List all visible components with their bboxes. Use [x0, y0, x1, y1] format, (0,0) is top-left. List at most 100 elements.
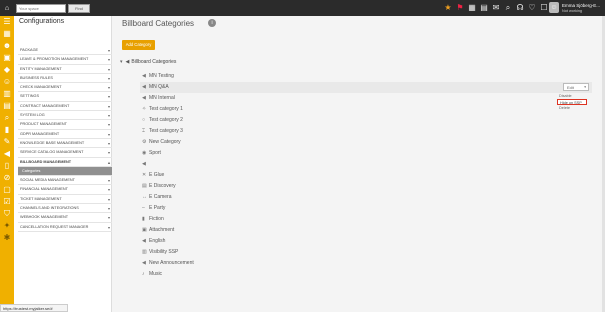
- flag-icon[interactable]: ⚑: [455, 2, 465, 14]
- menu-item-categories[interactable]: Categories: [18, 166, 112, 177]
- dashboard-icon[interactable]: ▦: [0, 28, 14, 40]
- chart-icon[interactable]: ▮: [0, 124, 14, 136]
- menu-item-product[interactable]: PRODUCT MANAGEMENT ▾: [18, 120, 112, 130]
- chevron-down-icon: ▾: [107, 94, 110, 100]
- tree-item[interactable]: ✕ E Glue: [142, 170, 592, 181]
- menu-item-billboard[interactable]: BILLBOARD MANAGEMENT ▴: [18, 158, 112, 167]
- menu-item-cancellation[interactable]: CANCELLATION REQUEST MANAGER ▾: [18, 223, 112, 232]
- add-category-button[interactable]: Add Category: [122, 40, 155, 50]
- heart-icon[interactable]: ♡: [527, 2, 537, 14]
- star-icon[interactable]: ★: [443, 2, 453, 14]
- menu-item-service-catalog[interactable]: SERVICE CATALOG MANAGEMENT ▾: [18, 148, 112, 158]
- menu-item-leave-promotion[interactable]: LEAVE & PROMOTION MANAGEMENT ▾: [18, 55, 112, 65]
- megaphone-icon: ◀: [142, 238, 146, 244]
- tree-item[interactable]: ✧ Test category 1: [142, 104, 592, 115]
- menu-item-gdpr[interactable]: GDPR MANAGEMENT ▾: [18, 130, 112, 139]
- chat-icon[interactable]: ✎: [0, 136, 14, 148]
- lightbulb-icon: ✧: [142, 106, 147, 112]
- expand-icon[interactable]: ▾: [120, 59, 123, 65]
- edit-dropdown[interactable]: Edit ▾: [563, 83, 589, 91]
- megaphone-icon: ◀: [142, 260, 146, 266]
- menu-item-system-log[interactable]: SYSTEM LOG ▾: [18, 111, 112, 121]
- tree-item[interactable]: ◀: [142, 159, 592, 170]
- chevron-down-icon: ▾: [107, 215, 110, 221]
- music-icon: ♪: [142, 271, 145, 277]
- config-menu: PACKAGE ▾ LEAVE & PROMOTION MANAGEMENT ▾ E…: [18, 46, 112, 232]
- megaphone-icon[interactable]: ◀: [0, 148, 14, 160]
- users-icon[interactable]: ☻: [0, 40, 14, 52]
- menu-item-financial[interactable]: FINANCIAL MANAGEMENT ▾: [18, 185, 112, 195]
- chevron-down-icon: ▾: [107, 178, 110, 184]
- chat-icon[interactable]: ☐: [539, 2, 549, 14]
- globe-icon: ◉: [142, 150, 147, 156]
- file-icon[interactable]: ▢: [0, 184, 14, 196]
- calendar-icon[interactable]: ▥: [0, 88, 14, 100]
- megaphone-icon: ◀: [142, 161, 146, 167]
- info-icon[interactable]: i: [208, 19, 216, 27]
- search-icon[interactable]: ⌕: [0, 112, 14, 124]
- tree-item[interactable]: ▥ Visibility SSP: [142, 247, 592, 258]
- menu-item-knowledge-base[interactable]: KNOWLEDGE BASE MANAGEMENT ▾: [18, 139, 112, 149]
- chevron-down-icon: ▾: [107, 85, 110, 91]
- context-menu: Disable Hide on SSP Delete: [557, 93, 587, 111]
- document-icon[interactable]: ▤: [479, 2, 489, 14]
- home-icon[interactable]: ⌂: [0, 0, 14, 16]
- user-icon[interactable]: ☺: [0, 76, 14, 88]
- menu-item-webhook[interactable]: WEBHOOK MANAGEMENT ▾: [18, 213, 112, 223]
- mail-icon[interactable]: ✉: [491, 2, 501, 14]
- category-tree: ◀ MN Testing ◀ MN Q&A ◀ MN Internal ✧ Test c…: [140, 71, 592, 280]
- close-icon: ✕: [142, 172, 147, 178]
- workspace-select[interactable]: Your space: [16, 3, 66, 13]
- chevron-down-icon: ▾: [107, 66, 110, 72]
- main-content: Billboard Categories i Add Category ▾ ◀ Bi…: [112, 16, 605, 312]
- ban-icon[interactable]: ⊘: [0, 172, 14, 184]
- menu-item-channels[interactable]: CHANNELS AND INTEGRATIONS ▾: [18, 204, 112, 214]
- tree-root[interactable]: ▾ ◀ Billboard Categories: [120, 59, 176, 65]
- tree-item[interactable]: ⌶ Test category 3: [142, 126, 592, 137]
- chevron-down-icon: ▾: [107, 103, 110, 109]
- menu-item-business-rules[interactable]: BUSINESS RULES ▾: [18, 74, 112, 84]
- chart-bar-icon[interactable]: ▯: [0, 160, 14, 172]
- network-icon[interactable]: ✱: [0, 232, 14, 244]
- tree-item[interactable]: ◀ MN Testing: [142, 71, 592, 82]
- tree-item[interactable]: ▮ Fiction: [142, 214, 592, 225]
- chevron-up-icon: ▴: [107, 159, 110, 165]
- megaphone-icon: ◀: [142, 73, 146, 79]
- menu-item-contract[interactable]: CONTRACT MANAGEMENT ▾: [18, 102, 112, 112]
- graduation-icon[interactable]: ◆: [0, 64, 14, 76]
- search-icon[interactable]: ⌕: [503, 2, 513, 14]
- tree-item[interactable]: ▣ Attachment: [142, 225, 592, 236]
- avatar[interactable]: ☺: [549, 2, 559, 13]
- checklist-icon[interactable]: ☑: [0, 196, 14, 208]
- menu-icon[interactable]: ☰: [0, 16, 14, 28]
- tree-item[interactable]: ⚙ New Category: [142, 137, 592, 148]
- tree-item[interactable]: ◉ Sport: [142, 148, 592, 159]
- menu-item-settings[interactable]: SETTINGS ▾: [18, 92, 112, 102]
- tree-item[interactable]: ↔ E Camera: [142, 192, 592, 203]
- menu-item-ticket[interactable]: TICKET MANAGEMENT ▾: [18, 195, 112, 205]
- shield-icon[interactable]: ⛉: [0, 208, 14, 220]
- book-icon[interactable]: ▤: [0, 100, 14, 112]
- tree-item[interactable]: ▤ E Discovery: [142, 181, 592, 192]
- menu-item-package[interactable]: PACKAGE ▾: [18, 46, 112, 56]
- plugin-icon[interactable]: ✦: [0, 220, 14, 232]
- menu-item-entity[interactable]: ENTITY MANAGEMENT ▾: [18, 65, 112, 74]
- gear-icon: ⚙: [142, 139, 147, 145]
- configurations-title: Configurations: [19, 18, 65, 25]
- chevron-down-icon: ▾: [107, 131, 110, 137]
- tree-item[interactable]: ♪ Music: [142, 269, 592, 280]
- tree-item[interactable]: ◀ MN Internal: [142, 93, 592, 104]
- find-button[interactable]: Find: [68, 3, 90, 13]
- briefcase-icon[interactable]: ▣: [0, 52, 14, 64]
- grid-icon[interactable]: ▦: [467, 2, 477, 14]
- headset-icon[interactable]: ☊: [515, 2, 525, 14]
- tree-item[interactable]: ◀ MN Q&A: [140, 82, 592, 93]
- tree-item[interactable]: ◀ English: [142, 236, 592, 247]
- arrows-icon: ↔: [142, 194, 147, 200]
- menu-item-social-media[interactable]: SOCIAL MEDIA MANAGEMENT ▾: [18, 176, 112, 186]
- user-name[interactable]: Emma Sjöberg-E...: [562, 3, 600, 8]
- tree-item[interactable]: – E Party: [142, 203, 592, 214]
- tree-item[interactable]: ◀ New Announcement: [142, 258, 592, 269]
- menu-item-check[interactable]: CHECK MANAGEMENT ▾: [18, 83, 112, 93]
- tree-item[interactable]: ○ Test category 2: [142, 115, 592, 126]
